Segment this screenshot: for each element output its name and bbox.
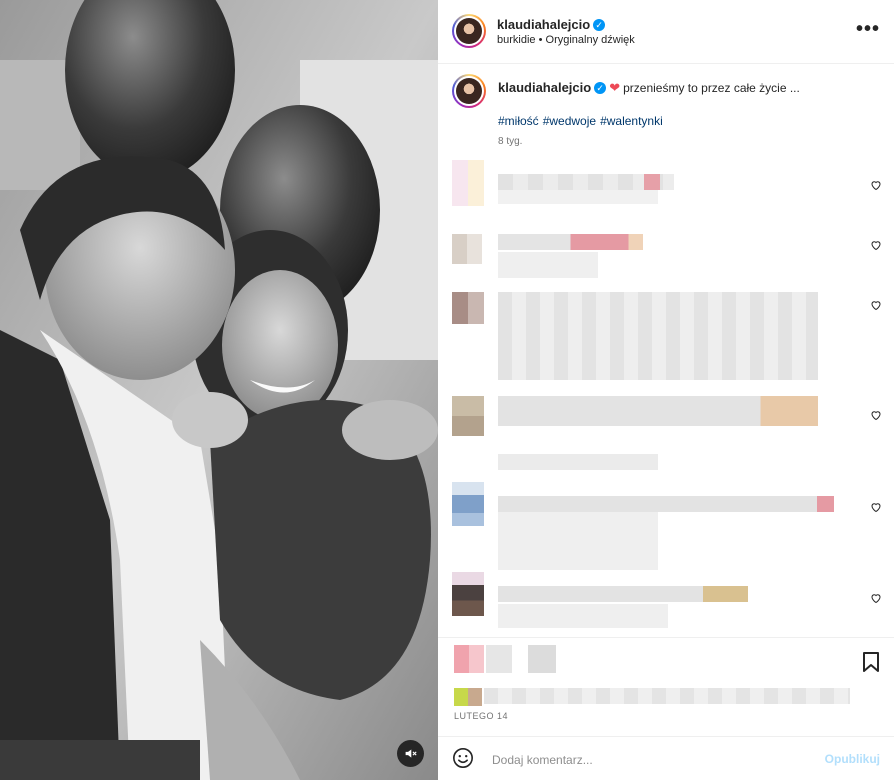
comment-avatar-pixelated[interactable] bbox=[452, 160, 484, 206]
post-side-panel: klaudiahalejcio ✓ burkidie • Oryginalny d… bbox=[438, 0, 894, 780]
audio-separator: • bbox=[538, 34, 543, 46]
hashtag-wedwoje[interactable]: #wedwoje bbox=[543, 114, 596, 128]
heart-outline-icon[interactable] bbox=[870, 239, 882, 251]
heart-outline-icon[interactable] bbox=[870, 409, 882, 421]
comment-avatar-pixelated[interactable] bbox=[452, 482, 484, 526]
likes-text-pixelated bbox=[484, 688, 850, 704]
comment-meta-pixelated bbox=[498, 604, 668, 628]
likes-avatar-pixelated[interactable] bbox=[468, 688, 482, 706]
verified-badge-icon: ✓ bbox=[593, 19, 606, 31]
mute-button[interactable] bbox=[397, 740, 424, 767]
caption: klaudiahalejcio ✓ ❤ przenieśmy to przez cał… bbox=[498, 80, 878, 96]
verified-badge-icon: ✓ bbox=[594, 82, 607, 94]
comment-avatar-pixelated[interactable] bbox=[452, 396, 484, 436]
heart-outline-icon[interactable] bbox=[870, 501, 882, 513]
comment-text-pixelated bbox=[498, 496, 834, 512]
comment-text-pixelated bbox=[498, 396, 818, 426]
caption-avatar[interactable] bbox=[452, 74, 486, 108]
post-header: klaudiahalejcio ✓ burkidie • Oryginalny d… bbox=[438, 0, 894, 64]
comment-meta-pixelated bbox=[498, 190, 658, 204]
audio-artist[interactable]: burkidie bbox=[497, 34, 536, 46]
comment-avatar-pixelated[interactable] bbox=[452, 572, 484, 616]
post-comment-button[interactable]: Opublikuj bbox=[825, 752, 880, 766]
hashtag-walentynki[interactable]: #walentynki bbox=[600, 114, 663, 128]
heart-outline-icon[interactable] bbox=[870, 179, 882, 191]
comment-bar: Opublikuj bbox=[438, 736, 894, 781]
comment-input[interactable] bbox=[490, 749, 794, 771]
caption-username[interactable]: klaudiahalejcio bbox=[498, 80, 591, 95]
heart-emoji: ❤ bbox=[609, 80, 621, 95]
comment-text-pixelated bbox=[498, 234, 643, 250]
action-icons-pixelated[interactable] bbox=[454, 645, 484, 673]
comment-text-pixelated bbox=[498, 586, 748, 602]
author-username[interactable]: klaudiahalejcio bbox=[497, 17, 590, 32]
comment-emoji-pixelated bbox=[644, 174, 660, 190]
speaker-muted-icon bbox=[405, 749, 417, 758]
hashtag-milosc[interactable]: #miłość bbox=[498, 114, 539, 128]
action-icons-pixelated[interactable] bbox=[486, 645, 512, 673]
comment-text-pixelated bbox=[498, 292, 818, 380]
audio-track[interactable]: Oryginalny dźwięk bbox=[546, 34, 635, 46]
author-avatar[interactable] bbox=[452, 14, 486, 48]
comment-avatar-pixelated[interactable] bbox=[452, 234, 482, 264]
comment-meta-pixelated bbox=[498, 512, 658, 570]
bookmark-icon[interactable] bbox=[862, 652, 880, 672]
comment-meta-pixelated bbox=[498, 454, 658, 470]
audio-info: burkidie • Oryginalny dźwięk bbox=[497, 34, 635, 46]
post-date: LUTEGO 14 bbox=[454, 711, 509, 721]
comment-avatar-pixelated[interactable] bbox=[452, 292, 484, 324]
caption-age: 8 tyg. bbox=[498, 136, 523, 147]
caption-text: przenieśmy to przez całe życie ... bbox=[623, 81, 800, 95]
action-icons-pixelated[interactable] bbox=[528, 645, 556, 673]
emoji-smile-icon[interactable] bbox=[452, 747, 474, 769]
more-options-icon[interactable]: ••• bbox=[856, 18, 880, 41]
comment-meta-pixelated bbox=[498, 252, 598, 278]
actions-divider bbox=[438, 637, 894, 638]
heart-outline-icon[interactable] bbox=[870, 592, 882, 604]
post-photo[interactable] bbox=[0, 0, 438, 780]
heart-outline-icon[interactable] bbox=[870, 299, 882, 311]
likes-avatar-pixelated[interactable] bbox=[454, 688, 468, 706]
hashtags: #miłość #wedwoje #walentynki bbox=[498, 114, 667, 128]
photo-image bbox=[0, 0, 438, 780]
